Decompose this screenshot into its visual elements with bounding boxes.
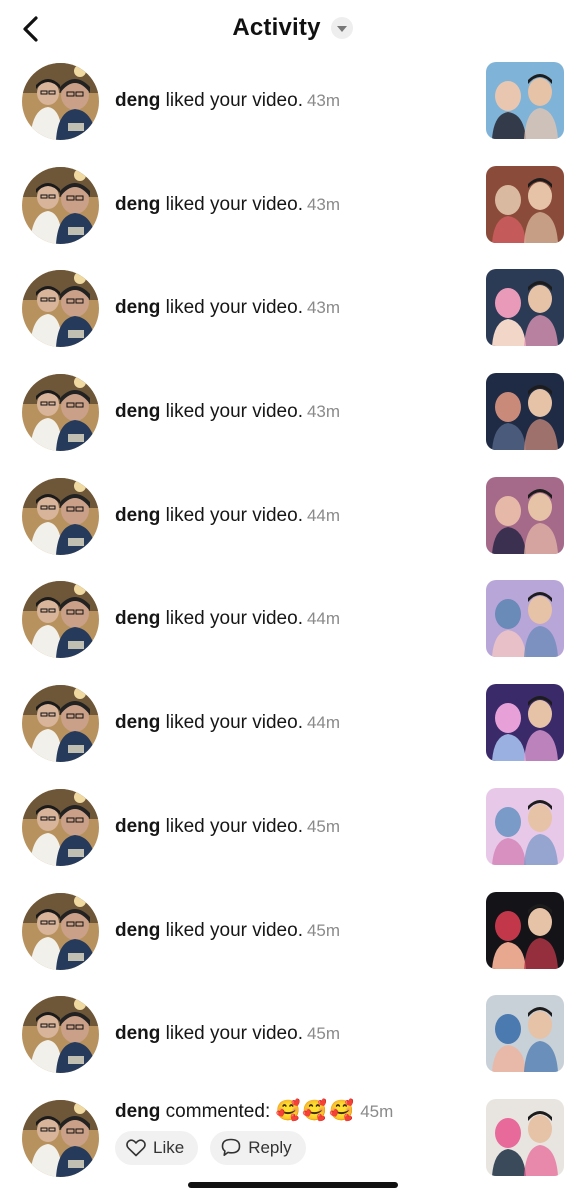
- video-thumbnail[interactable]: [486, 62, 564, 139]
- comment-actions: Like Reply: [115, 1130, 306, 1165]
- notification-text: deng liked your video. 44m: [115, 712, 340, 734]
- notification-text: deng liked your video. 45m: [115, 816, 340, 838]
- timestamp: 43m: [306, 402, 341, 422]
- username[interactable]: deng: [115, 1101, 160, 1122]
- avatar[interactable]: [22, 270, 99, 348]
- notification-row[interactable]: deng liked your video. 44m: [0, 475, 585, 579]
- video-thumbnail[interactable]: [486, 684, 564, 762]
- video-thumbnail[interactable]: [486, 1098, 564, 1176]
- timestamp: 45m: [306, 1024, 341, 1044]
- like-button[interactable]: Like: [115, 1130, 199, 1165]
- notification-text: deng liked your video. 43m: [115, 297, 340, 319]
- action-text: liked your video.: [165, 401, 303, 423]
- video-thumbnail[interactable]: [486, 995, 564, 1073]
- username[interactable]: deng: [115, 401, 160, 422]
- action-text: liked your video.: [165, 815, 303, 837]
- video-thumbnail[interactable]: [486, 165, 564, 243]
- avatar[interactable]: [22, 374, 99, 452]
- action-text: liked your video.: [165, 297, 303, 319]
- notification-text: deng liked your video. 45m: [115, 920, 340, 942]
- avatar[interactable]: [22, 63, 99, 140]
- avatar[interactable]: [22, 996, 99, 1074]
- title-wrap: Activity: [0, 14, 585, 42]
- avatar[interactable]: [22, 892, 99, 970]
- avatar[interactable]: [22, 685, 99, 763]
- home-indicator: [188, 1182, 398, 1188]
- notification-text: deng liked your video. 43m: [115, 401, 340, 423]
- username[interactable]: deng: [115, 194, 160, 215]
- action-text: commented:: [165, 1100, 271, 1122]
- username[interactable]: deng: [115, 920, 160, 941]
- notification-text: deng liked your video. 44m: [115, 608, 340, 630]
- comment-text: deng commented: 🥰🥰🥰 45m: [115, 1098, 393, 1123]
- username[interactable]: deng: [115, 297, 160, 318]
- action-text: liked your video.: [165, 90, 303, 111]
- username[interactable]: deng: [115, 1023, 160, 1044]
- video-thumbnail[interactable]: [486, 787, 564, 865]
- timestamp: 44m: [306, 609, 341, 629]
- action-text: liked your video.: [165, 504, 303, 526]
- activity-list: deng liked your video. 43m deng liked your…: [0, 60, 585, 1200]
- caret-down-icon[interactable]: [330, 17, 353, 39]
- username[interactable]: deng: [115, 712, 160, 733]
- heart-outline-icon: [126, 1139, 146, 1157]
- video-thumbnail[interactable]: [486, 269, 564, 347]
- avatar[interactable]: [22, 166, 99, 244]
- avatar[interactable]: [22, 788, 99, 866]
- timestamp: 43m: [306, 298, 341, 318]
- notification-text: deng liked your video. 44m: [115, 505, 340, 527]
- notification-row[interactable]: deng liked your video. 44m: [0, 682, 585, 786]
- action-text: liked your video.: [165, 608, 303, 630]
- username[interactable]: deng: [115, 505, 160, 526]
- video-thumbnail[interactable]: [486, 373, 564, 451]
- notification-row[interactable]: deng liked your video. 45m: [0, 786, 585, 890]
- timestamp: 45m: [306, 920, 341, 940]
- notification-row[interactable]: deng liked your video. 43m: [0, 60, 585, 164]
- username[interactable]: deng: [115, 608, 160, 629]
- username[interactable]: deng: [115, 90, 160, 111]
- timestamp: 44m: [306, 713, 341, 733]
- timestamp: 45m: [360, 1101, 394, 1121]
- notification-text: deng liked your video. 43m: [115, 194, 340, 216]
- notification-row[interactable]: deng liked your video. 45m: [0, 993, 585, 1097]
- header: Activity: [0, 0, 585, 60]
- notification-row[interactable]: deng liked your video. 43m: [0, 371, 585, 475]
- timestamp: 43m: [306, 194, 341, 214]
- timestamp: 45m: [306, 816, 341, 836]
- notification-text: deng liked your video. 45m: [115, 1023, 340, 1045]
- username[interactable]: deng: [115, 816, 160, 837]
- comment-emojis: 🥰🥰🥰: [275, 1099, 357, 1122]
- action-text: liked your video.: [165, 1023, 303, 1045]
- video-thumbnail[interactable]: [486, 580, 564, 658]
- action-text: liked your video.: [165, 712, 303, 734]
- speech-bubble-icon: [221, 1139, 241, 1157]
- avatar[interactable]: [22, 581, 99, 659]
- video-thumbnail[interactable]: [486, 476, 564, 554]
- timestamp: 44m: [306, 505, 341, 525]
- avatar[interactable]: [22, 1099, 99, 1177]
- page-title: Activity: [232, 14, 321, 41]
- action-text: liked your video.: [165, 193, 303, 215]
- timestamp: 43m: [306, 91, 341, 110]
- notification-row[interactable]: deng liked your video. 45m: [0, 890, 585, 994]
- notification-row[interactable]: deng liked your video. 43m: [0, 267, 585, 371]
- notification-row[interactable]: deng liked your video. 44m: [0, 578, 585, 682]
- action-text: liked your video.: [165, 919, 303, 941]
- notification-row[interactable]: deng liked your video. 43m: [0, 164, 585, 268]
- avatar[interactable]: [22, 477, 99, 555]
- reply-button[interactable]: Reply: [210, 1130, 306, 1165]
- notification-text: deng liked your video. 43m: [115, 90, 340, 112]
- like-label: Like: [153, 1137, 185, 1157]
- video-thumbnail[interactable]: [486, 891, 564, 969]
- reply-label: Reply: [248, 1137, 292, 1157]
